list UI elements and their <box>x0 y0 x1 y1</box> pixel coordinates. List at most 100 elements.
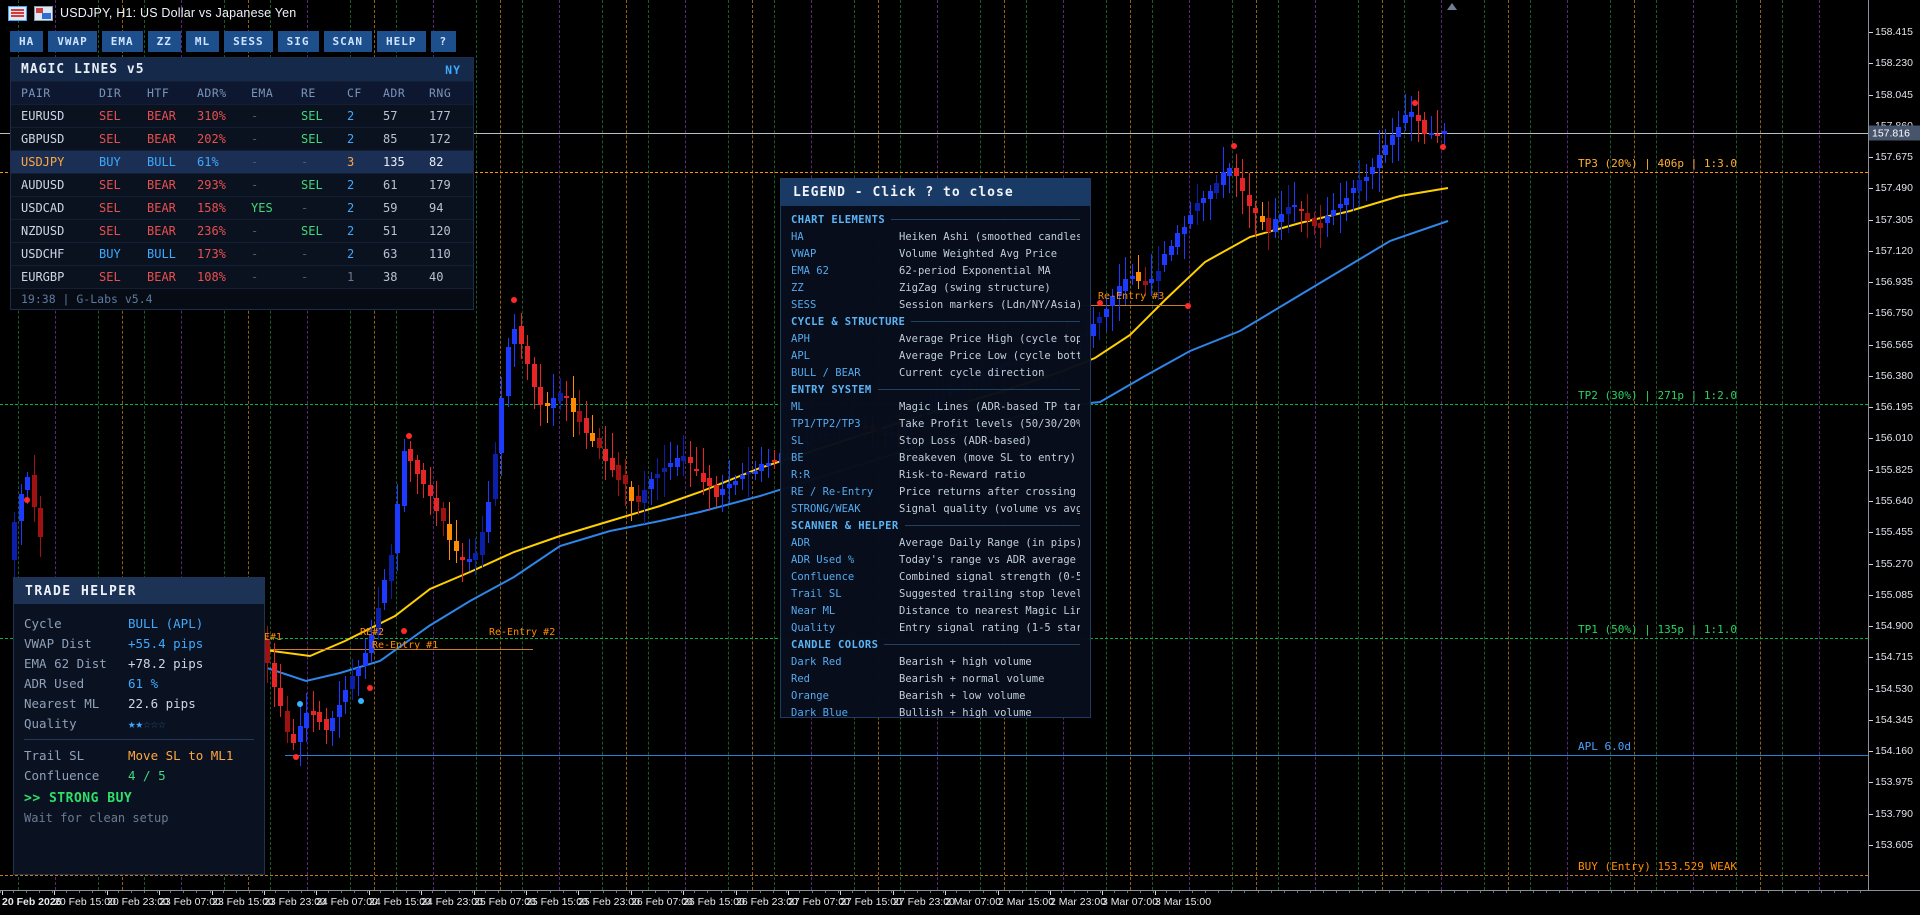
price-tick <box>1869 563 1873 565</box>
scanner-cell: 40 <box>429 270 444 284</box>
helper-row-adr-used: ADR Used 61 % <box>14 673 264 693</box>
time-minor-tick <box>1559 891 1560 893</box>
legend-title-bar[interactable]: LEGEND - Click ? to close <box>781 179 1090 206</box>
legend-term: APH <box>791 332 810 345</box>
scanner-cell: 120 <box>429 224 451 238</box>
time-minor-tick <box>1009 891 1010 893</box>
column-header: RE <box>301 86 316 100</box>
legend-description: Average Price Low (cycle bottom) <box>899 349 1080 362</box>
time-minor-tick <box>1506 891 1507 893</box>
legend-term: ADR <box>791 536 810 549</box>
time-minor-tick <box>1323 891 1324 893</box>
candle-body <box>1403 114 1408 123</box>
re-entry-label: Re-Entry #1 <box>372 640 439 651</box>
helper-row-cycle: Cycle BULL (APL) <box>14 613 264 633</box>
time-minor-tick <box>1637 891 1638 893</box>
scanner-cell: SEL <box>301 132 323 146</box>
time-minor-tick <box>1664 891 1665 893</box>
scanner-row-gbpusd[interactable]: GBPUSD SEL BEAR 202% - SEL 2 85 172 <box>11 127 473 150</box>
legend-term: ML <box>791 400 804 413</box>
candle-body <box>1162 254 1167 266</box>
chart-title: USDJPY, H1: US Dollar vs Japanese Yen <box>60 6 297 20</box>
toolbar-button-ema[interactable]: EMA <box>101 31 143 52</box>
legend-term: Dark Red <box>791 655 842 668</box>
time-minor-tick <box>1782 891 1783 893</box>
candle-body <box>499 398 504 453</box>
candle-body <box>441 507 446 522</box>
candle-body <box>668 462 673 467</box>
time-minor-tick <box>904 891 905 893</box>
time-minor-tick <box>655 891 656 893</box>
legend-item: ZZ ZigZag (swing structure) <box>791 279 1080 296</box>
scanner-cell: 177 <box>429 109 451 123</box>
toolbar-button-sig[interactable]: SIG <box>277 31 319 52</box>
time-minor-tick <box>105 891 106 893</box>
legend-description: Bullish + high volume <box>899 706 1032 719</box>
time-minor-tick <box>249 891 250 893</box>
price-label: 154.900 <box>1875 620 1913 633</box>
scanner-row-eurusd[interactable]: EURUSD SEL BEAR 310% - SEL 2 57 177 <box>11 104 473 127</box>
scanner-row-audusd[interactable]: AUDUSD SEL BEAR 293% - SEL 2 61 179 <box>11 173 473 196</box>
legend-description: Price returns after crossing VWAP <box>899 485 1080 498</box>
time-minor-tick <box>721 891 722 893</box>
toolbar-button-sess[interactable]: SESS <box>224 31 273 52</box>
time-minor-tick <box>1480 891 1481 893</box>
time-minor-tick <box>432 891 433 893</box>
candle-body <box>1123 278 1128 292</box>
candle-wick <box>1275 198 1276 239</box>
candle-body <box>363 652 368 667</box>
time-minor-tick <box>681 891 682 893</box>
toolbar-button-help[interactable]: HELP <box>377 31 426 52</box>
helper-value: 61 % <box>128 675 159 691</box>
magic-lines-footer: 19:38 | G-Labs v5.4 <box>11 288 473 309</box>
candle-body <box>772 459 777 462</box>
scanner-row-usdchf[interactable]: USDCHF BUY BULL 173% - - 2 63 110 <box>11 242 473 265</box>
legend-term: R:R <box>791 468 810 481</box>
scanner-row-usdcad[interactable]: USDCAD SEL BEAR 158% YES - 2 59 94 <box>11 196 473 219</box>
legend-term: BULL / BEAR <box>791 366 861 379</box>
toolbar-button-vwap[interactable]: VWAP <box>48 31 97 52</box>
scanner-cell: AUDUSD <box>21 178 65 192</box>
candle-body <box>707 477 712 486</box>
time-minor-tick <box>0 891 1 893</box>
toolbar-button-ml[interactable]: ML <box>185 31 220 52</box>
toolbar-button-scan[interactable]: SCAN <box>323 31 372 52</box>
legend-description: Breakeven (move SL to entry) <box>899 451 1077 464</box>
signal-dot-red <box>401 628 407 634</box>
candle-body <box>343 689 348 703</box>
candle-body <box>389 555 394 581</box>
scanner-cell: SEL <box>301 109 323 123</box>
candle-wick <box>1353 180 1354 211</box>
candle-body <box>1221 172 1226 185</box>
time-minor-tick <box>1375 891 1376 893</box>
candle-body <box>1331 210 1336 216</box>
helper-label: Nearest ML <box>24 695 100 711</box>
candle-body <box>694 468 699 471</box>
time-minor-tick <box>524 891 525 893</box>
candle-body <box>532 364 537 387</box>
toolbar-button-ha[interactable]: HA <box>10 31 44 52</box>
candle-body <box>623 475 628 485</box>
time-label: 3 Mar 07:00 <box>1102 896 1159 908</box>
candle-body <box>571 398 576 412</box>
re-entry-label: Re-Entry #3 <box>1098 291 1165 302</box>
scanner-cell: 3 <box>347 155 355 169</box>
candle-body <box>551 397 556 408</box>
scanner-row-nzdusd[interactable]: NZDUSD SEL BEAR 236% - SEL 2 51 120 <box>11 219 473 242</box>
scanner-row-usdjpy[interactable]: USDJPY BUY BULL 61% - - 3 135 82 <box>11 150 473 173</box>
toolbar-button-help-toggle[interactable]: ? <box>430 31 457 52</box>
scanner-row-eurgbp[interactable]: EURGBP SEL BEAR 108% - - 1 38 40 <box>11 265 473 288</box>
time-minor-tick <box>472 891 473 893</box>
time-minor-tick <box>969 891 970 893</box>
time-minor-tick <box>1100 891 1101 893</box>
legend-section-header: ENTRY SYSTEM <box>791 381 1080 398</box>
candle-body <box>753 471 758 474</box>
helper-value: 4 / 5 <box>128 767 166 783</box>
tp2-line-label: TP2 (30%) | 271p | 1:2.0 <box>1578 389 1737 402</box>
helper-value: 22.6 pips <box>128 695 196 711</box>
time-tick <box>998 891 999 895</box>
candle-body <box>1442 131 1447 134</box>
time-minor-tick <box>773 891 774 893</box>
helper-value: ★★☆☆☆ <box>128 715 166 731</box>
toolbar-button-zz[interactable]: ZZ <box>147 31 181 52</box>
